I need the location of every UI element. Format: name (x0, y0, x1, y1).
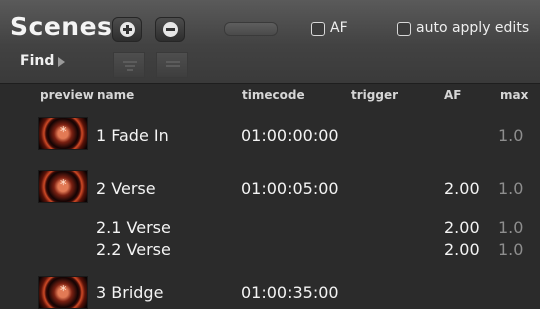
scene-timecode: 01:00:35:00 (241, 283, 339, 302)
scene-af: 2.00 (444, 218, 480, 237)
scene-preview-thumbnail: * (38, 170, 88, 203)
col-trigger[interactable]: trigger (351, 88, 398, 102)
scene-name: 2.1 Verse (96, 218, 171, 237)
scene-name: 2.2 Verse (96, 240, 171, 259)
scene-slider[interactable] (224, 22, 278, 36)
col-preview[interactable]: preview (40, 88, 94, 102)
remove-scene-button[interactable] (155, 17, 185, 42)
plus-circle-icon (120, 22, 135, 37)
scene-max: 1.0 (498, 179, 524, 198)
options-lines-icon (166, 61, 180, 69)
add-scene-button[interactable] (112, 17, 142, 42)
column-header-row: preview name timecode trigger AF max (0, 84, 540, 106)
scene-name: 2 Verse (96, 179, 156, 198)
filter-button[interactable] (113, 52, 145, 78)
col-af[interactable]: AF (444, 88, 461, 102)
auto-apply-checkbox[interactable] (397, 22, 411, 36)
scene-af: 2.00 (444, 240, 480, 259)
triangle-right-icon[interactable] (58, 57, 65, 67)
scene-row[interactable]: * 3 Bridge 01:00:35:00 (0, 274, 540, 309)
panel-title: Scenes (10, 12, 113, 41)
scene-timecode: 01:00:00:00 (241, 126, 339, 145)
scene-af: 2.00 (444, 179, 480, 198)
scene-name: 3 Bridge (96, 283, 164, 302)
scene-preview-thumbnail: * (38, 117, 88, 150)
scene-max: 1.0 (498, 240, 524, 259)
scene-row[interactable]: * 2 Verse 01:00:05:00 2.00 1.0 (0, 170, 540, 210)
find-label: Find (20, 53, 55, 69)
scene-row[interactable]: 2.2 Verse 2.00 1.0 (0, 238, 540, 260)
minus-circle-icon (163, 22, 178, 37)
scene-row[interactable]: 2.1 Verse 2.00 1.0 (0, 216, 540, 238)
col-timecode[interactable]: timecode (242, 88, 305, 102)
scenes-toolbar: Scenes AF auto apply edits Find (0, 0, 540, 84)
auto-apply-label: auto apply edits (416, 20, 530, 36)
options-button[interactable] (156, 52, 188, 78)
scene-name: 1 Fade In (96, 126, 169, 145)
scene-timecode: 01:00:05:00 (241, 179, 339, 198)
scene-max: 1.0 (498, 218, 524, 237)
af-checkbox[interactable] (311, 22, 325, 36)
col-name[interactable]: name (97, 88, 134, 102)
filter-lines-icon (123, 61, 137, 73)
scene-preview-thumbnail: * (38, 276, 88, 309)
af-checkbox-label: AF (330, 20, 348, 36)
col-max[interactable]: max (500, 88, 528, 102)
scene-max: 1.0 (498, 126, 524, 145)
scene-row[interactable]: * 1 Fade In 01:00:00:00 1.0 (0, 115, 540, 155)
